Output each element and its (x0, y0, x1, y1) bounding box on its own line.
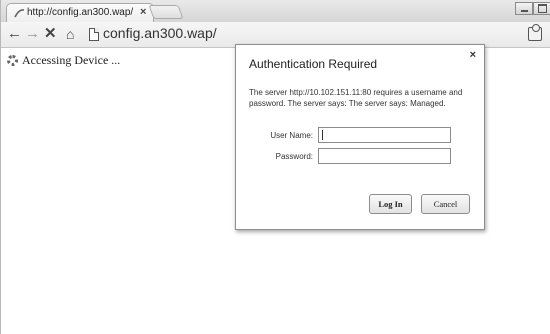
address-bar[interactable]: config.an300.wap/ (103, 25, 217, 41)
forward-icon[interactable]: → (25, 26, 40, 42)
text-caret (322, 130, 323, 140)
back-icon[interactable]: ← (7, 26, 22, 42)
page-favicon-icon (14, 9, 25, 18)
password-input[interactable] (318, 148, 451, 164)
password-label: Password: (275, 152, 313, 161)
browser-window: http://config.an300.wap/ × ← → ✕ ⌂ confi… (0, 0, 550, 334)
home-icon[interactable]: ⌂ (66, 26, 74, 42)
dialog-title: Authentication Required (249, 57, 378, 71)
window-controls (515, 2, 550, 16)
tab-close-icon[interactable]: × (140, 6, 146, 18)
title-bar: http://config.an300.wap/ × (1, 0, 550, 23)
browser-tab[interactable]: http://config.an300.wap/ × (6, 3, 154, 23)
tab-title: http://config.an300.wap/ (27, 7, 134, 18)
username-input[interactable] (318, 127, 451, 143)
status-text: Accessing Device ... (22, 53, 121, 67)
extension-icon[interactable] (528, 24, 542, 41)
login-button[interactable]: Log In (369, 194, 412, 214)
username-label: User Name: (270, 131, 313, 140)
maximize-button[interactable] (533, 2, 550, 15)
page-icon (89, 28, 99, 41)
loading-status: Accessing Device ... (7, 53, 120, 68)
cancel-button[interactable]: Cancel (421, 194, 470, 214)
dialog-close-icon[interactable]: × (470, 49, 476, 61)
auth-dialog: × Authentication Required The server htt… (235, 44, 485, 230)
loading-spinner-icon (7, 55, 18, 66)
new-tab-button[interactable] (148, 5, 184, 19)
dialog-message: The server http://10.102.151.11:80 requi… (249, 88, 463, 108)
minimize-button[interactable] (515, 2, 533, 15)
stop-icon[interactable]: ✕ (44, 26, 57, 42)
